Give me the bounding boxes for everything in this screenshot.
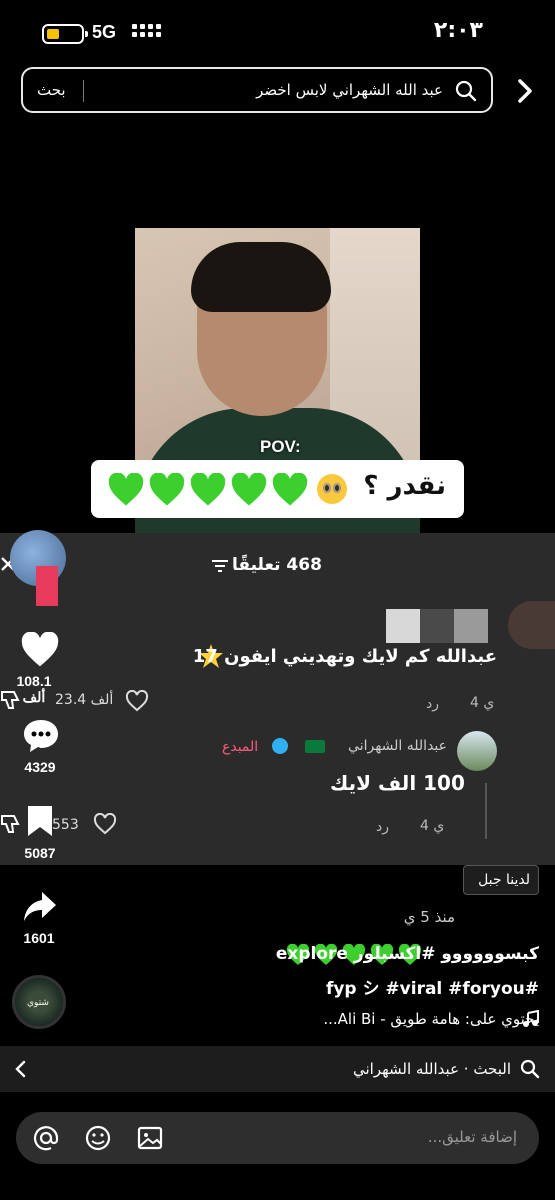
status-bar: 5G ٢:٠٣ — [0, 0, 555, 64]
related-search-bar[interactable]: البحث · عبدالله الشهراني — [0, 1046, 555, 1092]
green-hearts — [107, 473, 309, 507]
music-disc[interactable]: شتوي — [12, 975, 66, 1029]
avatar[interactable] — [457, 731, 497, 771]
reply-button[interactable]: رد — [426, 696, 439, 712]
search-button[interactable]: بحث — [37, 81, 66, 99]
comment-count: 468 تعليقًا — [232, 555, 322, 575]
search-divider — [83, 80, 84, 102]
search-icon — [455, 80, 477, 102]
music-label[interactable]: يحتوي على: هامة طويق - Ali Bi... — [323, 1010, 539, 1028]
comment-text: 100 الف لايك — [330, 771, 465, 795]
heart-icon[interactable] — [20, 632, 60, 668]
bookmark-icon[interactable] — [26, 804, 54, 838]
video-caption: نقدر ؟ — [91, 460, 464, 518]
heart-outline-icon[interactable] — [93, 813, 117, 835]
clock: ٢:٠٣ — [433, 18, 483, 43]
comment-author[interactable]: عبدالله الشهراني — [348, 738, 447, 754]
blurred-username — [386, 609, 420, 643]
post-description: كبسوووووو #اكسبلور explore — [275, 944, 539, 964]
signal-icon — [132, 24, 161, 37]
pleading-face-icon — [317, 474, 347, 504]
comment-icon[interactable] — [22, 718, 60, 754]
comment-placeholder: إضافة تعليق... — [427, 1128, 517, 1146]
search-input[interactable]: عبد الله الشهراني لابس اخضر — [256, 81, 443, 99]
comment-time: 4 ي — [470, 695, 495, 711]
tooltip: لدينا جبل — [463, 865, 539, 895]
share-icon[interactable] — [22, 890, 58, 924]
share-count: 1601 — [23, 930, 55, 946]
search-icon — [520, 1059, 540, 1079]
post-hashtags[interactable]: #fyp シ #viral #foryou — [326, 974, 539, 999]
post-time: منذ 5 ي — [403, 908, 455, 926]
comments-panel: 468 تعليقًا عبدالله كم لايك وتهديني ايفو… — [0, 533, 555, 865]
comments-header: 468 تعليقًا — [0, 533, 555, 591]
green-heart-icon — [149, 473, 185, 506]
reply-button[interactable]: رد — [376, 819, 389, 835]
dislike-icon[interactable] — [0, 688, 22, 710]
comment-text: عبدالله كم لايك وتهديني ايفون 17 — [192, 646, 497, 667]
heart-outline-icon[interactable] — [125, 690, 149, 712]
green-heart-icon — [108, 473, 144, 506]
green-heart-icon — [231, 473, 267, 506]
avatar[interactable] — [508, 601, 555, 649]
comment-input[interactable]: إضافة تعليق... — [16, 1112, 539, 1164]
sort-icon[interactable] — [212, 559, 228, 573]
comment-like-count: 553 — [52, 817, 79, 833]
mention-icon[interactable] — [32, 1124, 60, 1152]
dislike-icon[interactable] — [0, 812, 22, 834]
emoji-icon[interactable] — [84, 1124, 112, 1152]
saudi-flag-icon — [305, 740, 325, 753]
comment-composer: إضافة تعليق... — [0, 1092, 555, 1200]
chevron-right-icon[interactable] — [512, 76, 538, 106]
caption-text: نقدر ؟ — [363, 471, 446, 501]
comment-count-rail: 4329 — [24, 759, 56, 775]
chevron-left-icon[interactable] — [14, 1060, 26, 1078]
green-heart-icon — [272, 473, 308, 506]
comment-time: 4 ي — [420, 818, 445, 834]
image-icon[interactable] — [136, 1124, 164, 1152]
search-bar[interactable]: بحث عبد الله الشهراني لابس اخضر — [21, 67, 493, 113]
battery-icon — [42, 24, 88, 44]
creator-badge: المبدع — [222, 739, 259, 755]
related-search-text[interactable]: البحث · عبدالله الشهراني — [353, 1060, 511, 1078]
green-heart-icon — [190, 473, 226, 506]
save-count: 5087 — [24, 845, 56, 861]
network-label: 5G — [92, 22, 117, 42]
video-overlay-text: POV: — [260, 437, 301, 456]
verified-icon — [272, 738, 288, 754]
